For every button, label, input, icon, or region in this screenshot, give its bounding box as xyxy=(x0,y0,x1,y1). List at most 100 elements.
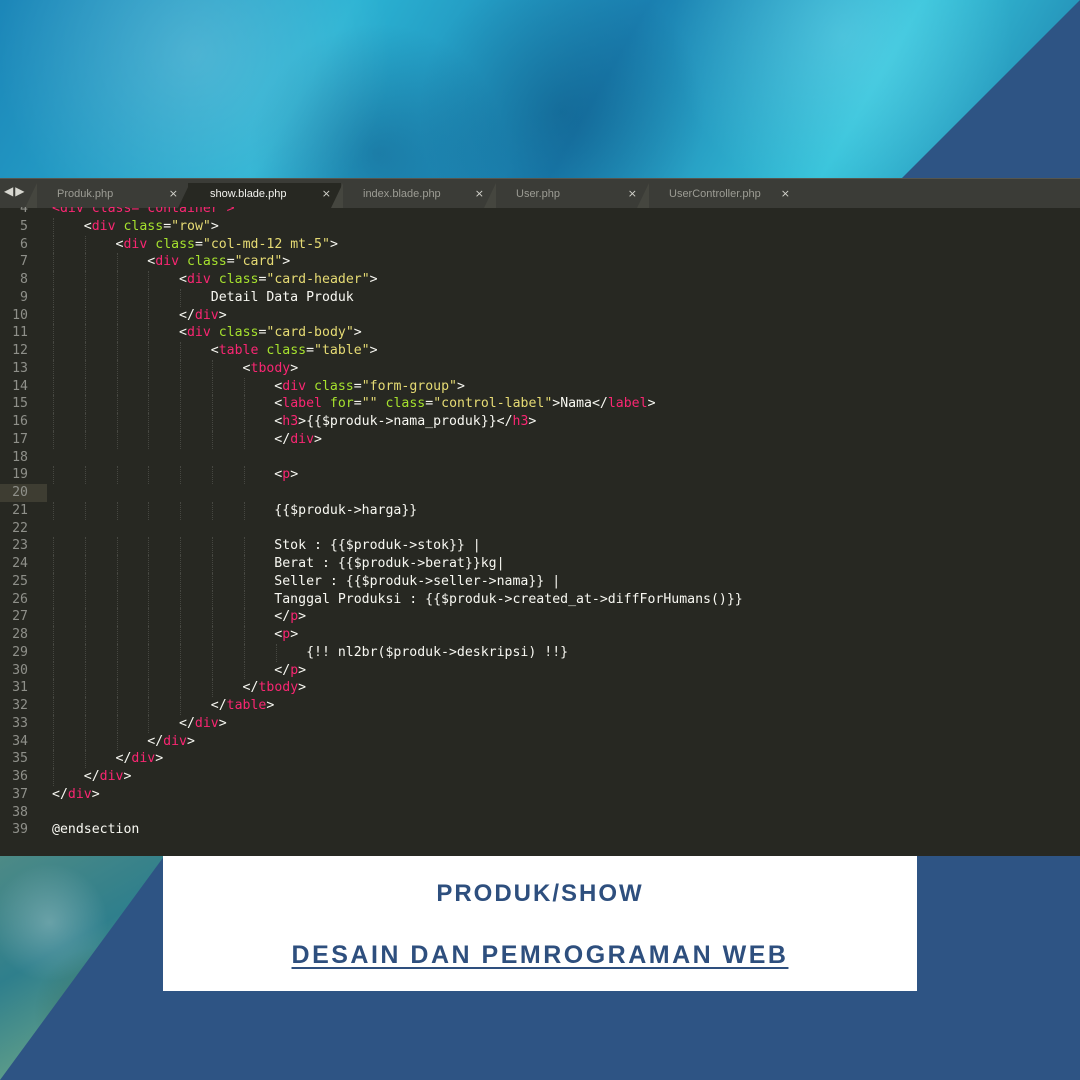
code-line[interactable]: 20 xyxy=(0,484,1080,502)
code-line[interactable]: 4 <div class="container"> xyxy=(0,207,1080,218)
code-line[interactable]: 12 <table class="table"> xyxy=(0,342,1080,360)
code-token: = xyxy=(163,218,172,234)
code-line[interactable]: 39 @endsection xyxy=(0,821,1080,839)
caption-subtitle: DESAIN DAN PEMROGRAMAN WEB xyxy=(291,941,789,969)
code-token: < xyxy=(52,396,283,412)
code-token: </ xyxy=(52,698,227,713)
code-line[interactable]: 15 <label for="" class="control-label">N… xyxy=(0,395,1080,413)
code-token: > xyxy=(218,307,227,323)
indent-guide xyxy=(180,661,182,680)
code-token: </ xyxy=(52,662,291,678)
indent-guide xyxy=(148,271,150,289)
code-line[interactable]: 6 <div class="col-md-12 mt-5"> xyxy=(0,235,1080,254)
code-line[interactable]: 5 <div class="row"> xyxy=(0,217,1080,236)
indent-guide xyxy=(53,732,54,751)
indent-guide xyxy=(53,342,54,360)
indent-guide xyxy=(53,324,54,342)
code-token: div xyxy=(99,769,124,784)
indent-guide xyxy=(84,626,86,644)
indent-guide xyxy=(116,253,118,271)
code-line[interactable]: 8 <div class="card-header"> xyxy=(0,271,1080,289)
line-number: 27 xyxy=(12,609,28,625)
code-token: class xyxy=(218,272,259,287)
code-line[interactable]: 9 Detail Data Produk xyxy=(0,288,1080,307)
code-line[interactable]: 33 </div> xyxy=(0,714,1080,733)
code-line[interactable]: 37 </div> xyxy=(0,786,1080,804)
line-number: 16 xyxy=(12,414,28,429)
line-number: 17 xyxy=(12,431,28,447)
code-line[interactable]: 35 </div> xyxy=(0,750,1080,768)
code-token: > xyxy=(329,236,338,252)
indent-guide xyxy=(84,697,86,715)
code-token: </ xyxy=(52,431,291,447)
close-icon[interactable]: × xyxy=(475,183,484,205)
indent-guide xyxy=(148,413,150,431)
code-token: > xyxy=(298,609,307,625)
code-token: < xyxy=(52,343,219,358)
code-token: class xyxy=(218,325,259,341)
code-line[interactable]: 14 <div class="form-group"> xyxy=(0,377,1080,396)
code-line[interactable]: 24 Berat : {{$produk->berat}}kg| xyxy=(0,555,1080,573)
line-number: 14 xyxy=(12,378,28,394)
code-token: >{{$produk->nama_produk}}</ xyxy=(298,414,513,429)
line-number: 36 xyxy=(12,769,28,784)
code-line[interactable]: 34 </div> xyxy=(0,732,1080,751)
line-code: Berat : {{$produk->berat}}kg| xyxy=(52,555,504,573)
indent-guide xyxy=(116,643,118,662)
indent-guide xyxy=(275,643,277,662)
close-icon[interactable]: × xyxy=(781,183,790,205)
indent-guide xyxy=(116,306,118,325)
code-line[interactable]: 30 </p> xyxy=(0,661,1080,680)
code-line[interactable]: 31 </tbody> xyxy=(0,679,1080,697)
indent-guide xyxy=(53,679,54,697)
line-number: 11 xyxy=(12,325,28,341)
code-line[interactable]: 19 <p> xyxy=(0,466,1080,484)
tab-user-php[interactable]: User.php × xyxy=(484,183,649,208)
code-line[interactable]: 7 <div class="card"> xyxy=(0,253,1080,271)
back-arrow-icon[interactable]: ◀ xyxy=(4,184,15,198)
code-line[interactable]: 17 </div> xyxy=(0,430,1080,449)
tab-usercontroller-php[interactable]: UserController.php × xyxy=(637,183,802,208)
code-line[interactable]: 13 <tbody> xyxy=(0,359,1080,378)
code-area[interactable]: 4 <div class="container"> 5 <div class="ro… xyxy=(0,207,1080,856)
code-token: </ xyxy=(52,751,132,767)
code-line[interactable]: 38 xyxy=(0,804,1080,822)
code-token: </ xyxy=(52,609,291,625)
line-code: <div class="container"> xyxy=(52,207,235,218)
code-token: "card-body" xyxy=(266,325,354,341)
tab-index-blade-php[interactable]: index.blade.php × xyxy=(331,183,496,208)
code-line[interactable]: 32 </table> xyxy=(0,697,1080,715)
code-token: "card" xyxy=(234,254,283,270)
tab-label: UserController.php xyxy=(669,188,761,200)
close-icon[interactable]: × xyxy=(628,183,637,205)
code-line[interactable]: 29 {!! nl2br($produk->deskripsi) !!} xyxy=(0,643,1080,662)
code-line[interactable]: 28 <p> xyxy=(0,626,1080,644)
code-line[interactable]: 25 Seller : {{$produk->seller->nama}} | xyxy=(0,572,1080,591)
code-line[interactable]: 11 <div class="card-body"> xyxy=(0,324,1080,342)
code-line[interactable]: 23 Stok : {{$produk->stok}} | xyxy=(0,537,1080,555)
code-line[interactable]: 36 </div> xyxy=(0,768,1080,786)
tab-produk-php[interactable]: Produk.php × xyxy=(25,183,190,208)
indent-guide xyxy=(116,572,118,591)
code-line[interactable]: 26 Tanggal Produksi : {{$produk->created… xyxy=(0,590,1080,609)
indent-guide xyxy=(180,413,182,431)
line-number: 6 xyxy=(20,236,28,252)
code-line[interactable]: 16 <h3>{{$produk->nama_produk}}</h3> xyxy=(0,413,1080,431)
code-token: {!! nl2br($produk->deskripsi) !!} xyxy=(52,644,569,660)
code-token: > xyxy=(298,680,307,696)
close-icon[interactable]: × xyxy=(169,183,178,205)
code-line[interactable]: 18 xyxy=(0,449,1080,467)
indent-guide xyxy=(180,377,182,396)
close-icon[interactable]: × xyxy=(322,183,331,205)
code-line[interactable]: 10 </div> xyxy=(0,306,1080,325)
line-number: 15 xyxy=(12,396,28,412)
indent-guide xyxy=(180,697,182,715)
line-number: 26 xyxy=(12,591,28,607)
code-token: = xyxy=(353,396,362,412)
line-number: 24 xyxy=(12,556,28,571)
code-token: div xyxy=(163,733,187,749)
tab-show-blade-php[interactable]: show.blade.php × xyxy=(178,183,353,208)
code-line[interactable]: 21 {{$produk->harga}} xyxy=(0,501,1080,520)
code-line[interactable]: 22 xyxy=(0,520,1080,538)
code-line[interactable]: 27 </p> xyxy=(0,608,1080,626)
